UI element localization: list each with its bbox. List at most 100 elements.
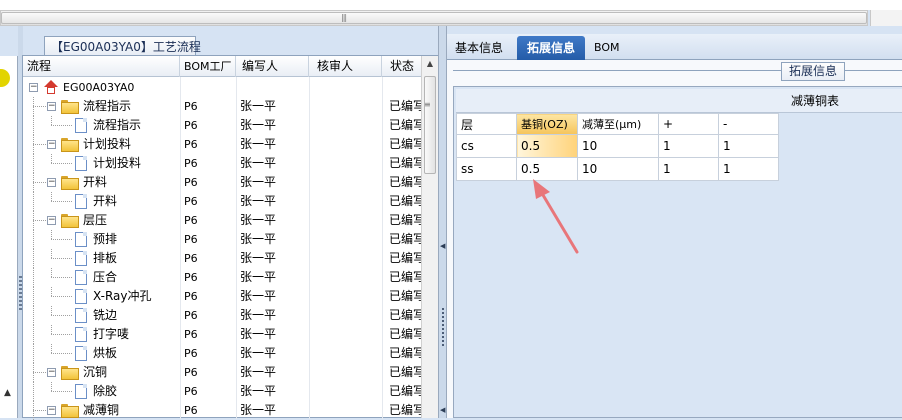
collapse-left-icon[interactable]: ◀	[440, 242, 445, 250]
tree-guide	[33, 154, 34, 173]
status-cell: 已编写	[389, 99, 423, 113]
horizontal-scrollbar[interactable]: |||	[0, 10, 868, 26]
column-header-minus[interactable]: -	[718, 113, 779, 135]
reviewer-cell	[313, 249, 379, 268]
reviewer-cell	[313, 382, 379, 401]
tree-row[interactable]: − 计划投料 P6 张一平 已编写	[23, 135, 423, 154]
tab-bom[interactable]: BOM	[588, 36, 626, 60]
tree-row[interactable]: 排板 P6 张一平 已编写	[23, 249, 423, 268]
tree-guide	[51, 277, 73, 278]
tree-node-label: 预排	[93, 232, 118, 246]
document-icon	[75, 194, 87, 209]
column-header-status[interactable]: 状态	[382, 56, 422, 77]
collapse-toggle-icon[interactable]: −	[47, 406, 56, 415]
cell-base-copper[interactable]: 0.5	[516, 134, 578, 158]
column-header-plus[interactable]: +	[658, 113, 719, 135]
process-tab[interactable]: 【EG00A03YA0】工艺流程	[44, 36, 201, 55]
tree-vertical-scrollbar[interactable]: ▲ ≡	[421, 56, 438, 418]
cell-minus[interactable]: 1	[718, 134, 779, 158]
column-header-thin-to[interactable]: 减薄至(μm)	[577, 113, 659, 135]
tree-guide	[33, 372, 47, 373]
horizontal-scroll-thumb[interactable]	[1, 12, 867, 24]
collapse-left-icon[interactable]: ◀	[440, 406, 445, 414]
tree-row[interactable]: 烘板 P6 张一平 已编写	[23, 344, 423, 363]
writer-cell: 张一平	[240, 118, 277, 132]
folder-icon	[61, 404, 79, 418]
tree-row[interactable]: − 减薄铜 P6 张一平 已编写	[23, 401, 423, 420]
column-header-layer[interactable]: 层	[456, 113, 517, 135]
tree-guide	[33, 220, 47, 221]
tree-row[interactable]: 流程指示 P6 张一平 已编写	[23, 116, 423, 135]
tab-basic-info[interactable]: 基本信息	[449, 36, 509, 60]
bom-cell: P6	[184, 347, 198, 360]
scroll-up-icon[interactable]: ▲	[422, 56, 438, 72]
tree-guide	[51, 353, 73, 354]
home-icon	[44, 80, 58, 94]
reviewer-cell	[313, 363, 379, 382]
tree-rows: − EG00A03YA0− 流程指示 P6 张一平 已编写 流程指示 P6 张一平 已编写 − 计划投…	[23, 78, 423, 420]
center-splitter[interactable]: ◀ ◀	[438, 26, 447, 418]
cell-thin-to[interactable]: 10	[577, 157, 659, 181]
tree-node-label: 沉铜	[83, 365, 108, 379]
cell-minus[interactable]: 1	[718, 157, 779, 181]
table-header-row: 层 基铜(OZ) 减薄至(μm) + -	[456, 113, 779, 135]
tree-row[interactable]: 铣边 P6 张一平 已编写	[23, 306, 423, 325]
tree-scroll-thumb[interactable]	[424, 76, 436, 174]
cell-layer[interactable]: cs	[456, 134, 517, 158]
tree-node-label: 开料	[93, 194, 118, 208]
tree-row[interactable]: 计划投料 P6 张一平 已编写	[23, 154, 423, 173]
column-header-writer[interactable]: 编写人	[236, 56, 309, 77]
top-bar	[0, 0, 902, 10]
tree-row[interactable]: − 沉铜 P6 张一平 已编写	[23, 363, 423, 382]
collapse-toggle-icon[interactable]: −	[47, 368, 56, 377]
tree-row[interactable]: 预排 P6 张一平 已编写	[23, 230, 423, 249]
collapse-toggle-icon[interactable]: −	[47, 140, 56, 149]
tree-node-label: 铣边	[93, 308, 118, 322]
tree-node-label: 除胶	[93, 384, 118, 398]
bom-cell: P6	[184, 309, 198, 322]
cell-thin-to[interactable]: 10	[577, 134, 659, 158]
tree-row[interactable]: 打字唛 P6 张一平 已编写	[23, 325, 423, 344]
bom-cell: P6	[184, 138, 198, 151]
column-header-base-copper[interactable]: 基铜(OZ)	[516, 113, 578, 135]
tree-row[interactable]: 开料 P6 张一平 已编写	[23, 192, 423, 211]
tree-guide	[33, 306, 34, 325]
tree-row[interactable]: − 开料 P6 张一平 已编写	[23, 173, 423, 192]
collapse-toggle-icon[interactable]: −	[47, 178, 56, 187]
status-cell: 已编写	[389, 384, 423, 398]
tree-row[interactable]: − EG00A03YA0	[23, 78, 423, 97]
bom-cell: P6	[184, 404, 198, 417]
cell-plus[interactable]: 1	[658, 157, 719, 181]
tree-row[interactable]: X-Ray冲孔 P6 张一平 已编写	[23, 287, 423, 306]
column-header-bom-factory[interactable]: BOM工厂	[180, 56, 236, 77]
bom-cell: P6	[184, 271, 198, 284]
tree-row[interactable]: 除胶 P6 张一平 已编写	[23, 382, 423, 401]
column-header-flow[interactable]: 流程	[23, 56, 180, 77]
folder-icon	[61, 138, 79, 152]
cell-layer[interactable]: ss	[456, 157, 517, 181]
collapse-toggle-icon[interactable]: −	[47, 216, 56, 225]
caret-up-icon[interactable]: ▲	[4, 388, 11, 398]
writer-cell: 张一平	[240, 251, 277, 265]
writer-cell	[240, 78, 306, 97]
document-icon	[75, 118, 87, 133]
writer-cell: 张一平	[240, 365, 277, 379]
tree-row[interactable]: − 层压 P6 张一平 已编写	[23, 211, 423, 230]
writer-cell: 张一平	[240, 308, 277, 322]
column-header-status-label: 状态	[390, 59, 415, 73]
tab-extended-info[interactable]: 拓展信息	[517, 36, 585, 60]
status-cell: 已编写	[389, 175, 423, 189]
collapse-toggle-icon[interactable]: −	[29, 83, 38, 92]
splitter-grip-icon	[442, 308, 444, 348]
column-header-reviewer[interactable]: 核审人	[309, 56, 382, 77]
cell-base-copper[interactable]: 0.5	[516, 157, 578, 181]
extended-info-panel: 拓展信息 减薄铜表 层 基铜(OZ) 减薄至(μm) + - cs 0.5 10…	[447, 60, 902, 418]
status-cell: 已编写	[389, 403, 423, 417]
bom-cell: P6	[184, 385, 198, 398]
tree-row[interactable]: 压合 P6 张一平 已编写	[23, 268, 423, 287]
collapse-toggle-icon[interactable]: −	[47, 102, 56, 111]
reviewer-cell	[313, 401, 379, 420]
tree-row[interactable]: − 流程指示 P6 张一平 已编写	[23, 97, 423, 116]
cell-plus[interactable]: 1	[658, 134, 719, 158]
writer-cell: 张一平	[240, 232, 277, 246]
